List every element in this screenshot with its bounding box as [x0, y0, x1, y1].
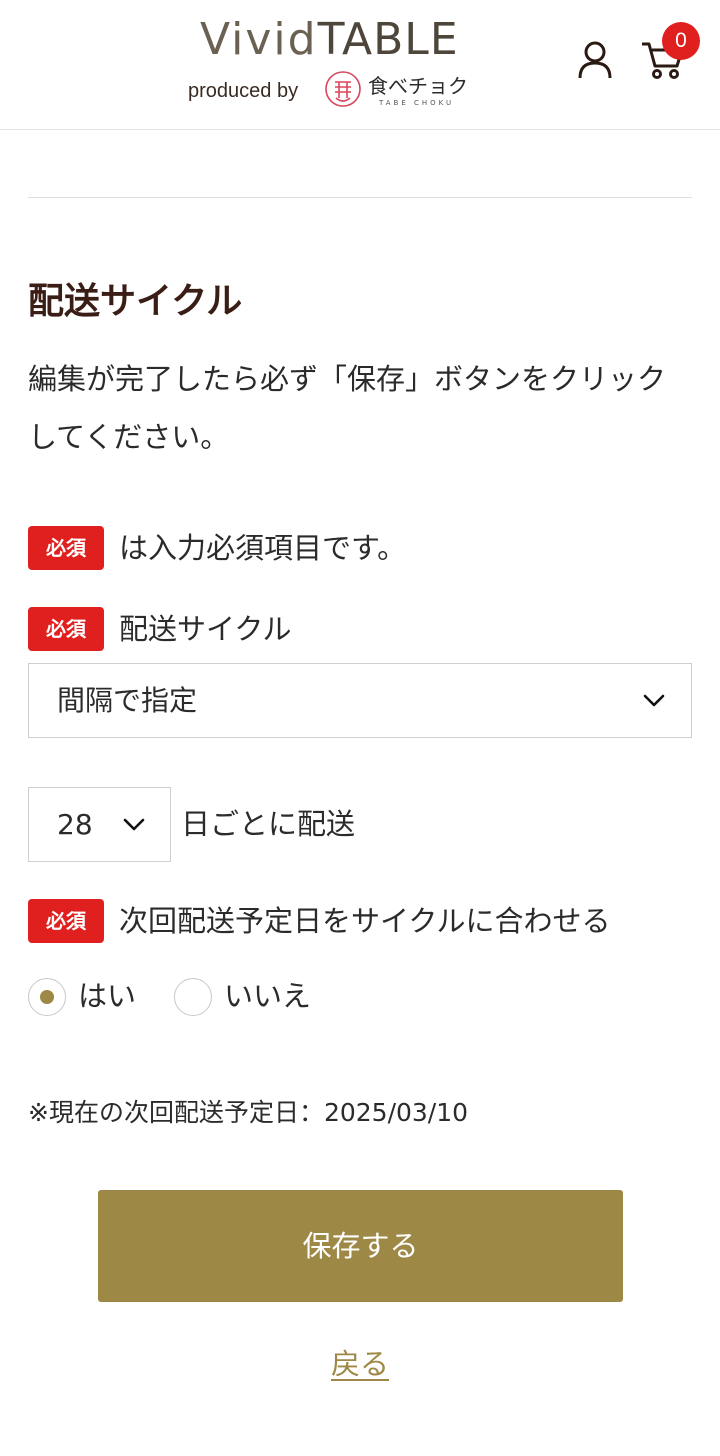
chevron-down-icon: [123, 818, 145, 831]
logo-word-table: TABLE: [317, 14, 459, 65]
cycle-label: 配送サイクル: [119, 612, 292, 646]
radio-no-label[interactable]: いいえ: [224, 977, 311, 1015]
radio-no[interactable]: [174, 978, 212, 1016]
align-label: 次回配送予定日をサイクルに合わせる: [119, 904, 611, 938]
logo-brand-name: 食べチョク: [368, 74, 468, 98]
site-logo[interactable]: VividTABLE produced by 食べチョク TABE CHOKU: [186, 12, 476, 112]
tabechoku-mark-icon: [325, 71, 361, 107]
chevron-down-icon: [643, 694, 665, 707]
cart-count-badge[interactable]: 0: [662, 22, 700, 60]
required-badge: 必須: [28, 899, 104, 943]
cycle-selected-value: 間隔で指定: [57, 684, 198, 717]
days-select[interactable]: 28: [28, 787, 171, 862]
logo-wordmark: VividTABLE: [200, 12, 459, 68]
instruction-text: 編集が完了したら必ず「保存」ボタンをクリックしてください。: [28, 362, 667, 454]
radio-selected-dot: [40, 990, 54, 1004]
days-suffix-label: 日ごとに配送: [181, 807, 356, 841]
radio-yes-label[interactable]: はい: [78, 977, 136, 1015]
logo-word-vivid: Vivid: [200, 14, 318, 65]
back-link[interactable]: 戻る: [0, 1342, 720, 1386]
section-divider: [28, 197, 692, 198]
required-note: は入力必須項目です。: [119, 531, 407, 565]
cycle-select[interactable]: 間隔で指定: [28, 663, 692, 738]
site-header: VividTABLE produced by 食べチョク TABE CHOKU …: [0, 0, 720, 130]
required-badge: 必須: [28, 526, 104, 570]
radio-yes[interactable]: [28, 978, 66, 1016]
required-badge: 必須: [28, 607, 104, 651]
next-delivery-date: ※現在の次回配送予定日：2025/03/10: [28, 1098, 469, 1127]
page-title: 配送サイクル: [28, 281, 243, 322]
save-button[interactable]: 保存する: [98, 1190, 623, 1302]
logo-brand-romaji: TABE CHOKU: [379, 99, 455, 107]
logo-produced-by: produced by: [188, 80, 299, 102]
days-selected-value: 28: [57, 808, 93, 841]
account-icon[interactable]: [576, 40, 614, 80]
